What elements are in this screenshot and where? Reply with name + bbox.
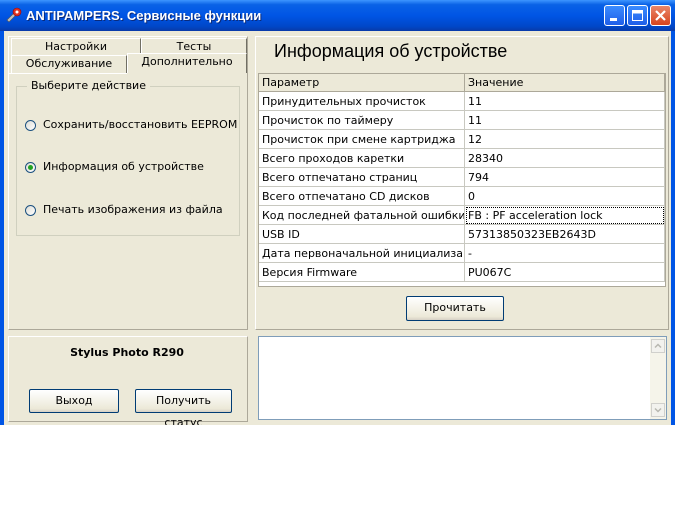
scroll-up-icon <box>654 343 662 349</box>
read-button[interactable]: Прочитать <box>406 296 504 321</box>
exit-button[interactable]: Выход <box>29 389 119 413</box>
radio-device-info[interactable] <box>25 162 36 173</box>
title-bar[interactable]: ANTIPAMPERS. Сервисные функции <box>0 0 675 31</box>
cell-parameter[interactable]: Дата первоначальной инициализации <box>259 244 465 263</box>
table-row[interactable]: Прочисток по таймеру 11 <box>259 111 665 130</box>
cell-parameter[interactable]: Всего отпечатано CD дисков <box>259 187 465 206</box>
column-header-parameter[interactable]: Параметр <box>259 74 465 92</box>
window-border-right <box>671 31 675 425</box>
tab-maintenance[interactable]: Обслуживание <box>11 55 127 73</box>
app-window: ANTIPAMPERS. Сервисные функции Настройки… <box>0 0 675 425</box>
table-row[interactable]: Всего отпечатано страниц 794 <box>259 168 665 187</box>
cell-value[interactable]: 12 <box>465 130 665 149</box>
radio-device-info-label[interactable]: Информация об устройстве <box>43 160 204 173</box>
memo-scrollbar[interactable] <box>650 337 666 419</box>
cell-parameter[interactable]: Всего проходов каретки <box>259 149 465 168</box>
radio-selected-dot <box>28 165 33 170</box>
maximize-button[interactable] <box>627 5 648 26</box>
app-icon <box>6 7 22 23</box>
radio-print-image[interactable] <box>25 205 36 216</box>
cell-value[interactable]: 794 <box>465 168 665 187</box>
scroll-down-icon <box>654 407 662 413</box>
table-row[interactable]: Всего отпечатано CD дисков 0 <box>259 187 665 206</box>
scroll-down-button[interactable] <box>651 403 665 417</box>
cell-value[interactable]: - <box>465 244 665 263</box>
get-status-button[interactable]: Получить статус <box>135 389 232 425</box>
cell-value[interactable]: FB : PF acceleration lock <box>465 206 665 225</box>
column-header-value[interactable]: Значение <box>465 74 665 92</box>
cell-value[interactable]: 11 <box>465 92 665 111</box>
maximize-icon <box>632 10 643 21</box>
table-row[interactable]: Дата первоначальной инициализации - <box>259 244 665 263</box>
page-title: Информация об устройстве <box>274 41 508 61</box>
tab-settings[interactable]: Настройки <box>11 38 141 56</box>
radio-print-image-label[interactable]: Печать изображения из файла <box>43 203 223 216</box>
cell-value[interactable]: 11 <box>465 111 665 130</box>
close-button[interactable] <box>650 5 671 26</box>
device-model: Stylus Photo R290 <box>70 346 184 359</box>
table-row[interactable]: Всего проходов каретки 28340 <box>259 149 665 168</box>
table-row[interactable]: USB ID 57313850323EB2643D <box>259 225 665 244</box>
cell-parameter[interactable]: Прочисток при смене картриджа <box>259 130 465 149</box>
table-row[interactable]: Прочисток при смене картриджа 12 <box>259 130 665 149</box>
cell-value[interactable]: 57313850323EB2643D <box>465 225 665 244</box>
cell-parameter[interactable]: Прочисток по таймеру <box>259 111 465 130</box>
cell-value[interactable]: PU067C <box>465 263 665 282</box>
actions-group: Выберите действие Сохранить/восстановить… <box>16 79 240 236</box>
cell-value[interactable]: 28340 <box>465 149 665 168</box>
tab-advanced[interactable]: Дополнительно <box>127 53 247 73</box>
table-row[interactable]: Принудительных прочисток 11 <box>259 92 665 111</box>
cell-parameter[interactable]: USB ID <box>259 225 465 244</box>
table-row[interactable]: Код последней фатальной ошибки принтераF… <box>259 206 665 225</box>
tab-divider <box>9 73 127 74</box>
cell-value[interactable]: 0 <box>465 187 665 206</box>
table-row[interactable]: Версия Firmware PU067C <box>259 263 665 282</box>
status-memo[interactable] <box>258 336 667 420</box>
window-border-left <box>0 31 4 425</box>
minimize-icon <box>610 18 617 21</box>
radio-eeprom[interactable] <box>25 120 36 131</box>
cell-parameter[interactable]: Версия Firmware <box>259 263 465 282</box>
close-icon <box>655 10 666 21</box>
actions-legend: Выберите действие <box>27 79 150 92</box>
cell-parameter[interactable]: Принудительных прочисток <box>259 92 465 111</box>
minimize-button[interactable] <box>604 5 625 26</box>
scroll-up-button[interactable] <box>651 339 665 353</box>
radio-eeprom-label[interactable]: Сохранить/восстановить EEPROM <box>43 118 237 131</box>
info-table[interactable]: Параметр Значение Принудительных прочист… <box>258 73 666 287</box>
cell-parameter[interactable]: Всего отпечатано страниц <box>259 168 465 187</box>
cell-parameter[interactable]: Код последней фатальной ошибки принтера <box>259 206 465 225</box>
window-title: ANTIPAMPERS. Сервисные функции <box>26 8 262 23</box>
